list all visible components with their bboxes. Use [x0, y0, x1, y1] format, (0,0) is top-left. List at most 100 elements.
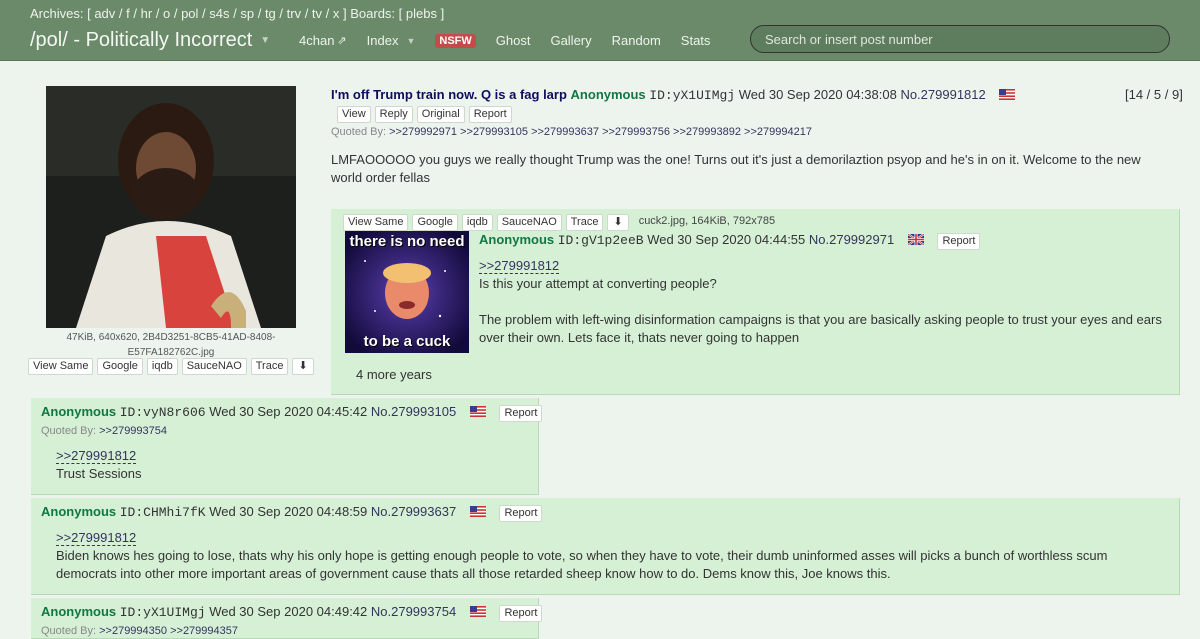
archive-link-hr[interactable]: hr [141, 6, 153, 21]
original-button[interactable]: Original [416, 106, 465, 123]
view-same-button[interactable]: View Same [343, 214, 409, 231]
us-flag-icon [999, 89, 1016, 100]
reply-post-date: Wed 30 Sep 2020 04:45:42 [209, 404, 368, 419]
reply-poster-id[interactable]: ID:CHMhi7fK [120, 505, 206, 520]
reply-poster-id[interactable]: ID:gV1p2eeB [558, 233, 644, 248]
reply-post-date: Wed 30 Sep 2020 04:48:59 [209, 504, 368, 519]
caret-down-icon: ▼ [406, 35, 416, 46]
nav-link-stats[interactable]: Stats [681, 33, 711, 48]
backlink[interactable]: >>279994350 [99, 625, 167, 637]
reply-post-number[interactable]: No.279993754 [371, 604, 456, 619]
op-subject: I'm off Trump train now. Q is a fag larp [331, 87, 567, 102]
reply-file-info[interactable]: cuck2.jpg, 164KiB, 792x785 [639, 214, 775, 231]
caret-down-icon: ▼ [260, 35, 271, 47]
reply-poster-id[interactable]: ID:vyN8r606 [120, 405, 206, 420]
reply-button[interactable]: Reply [374, 106, 413, 123]
reply-post-number[interactable]: No.279993637 [371, 504, 456, 519]
view-same-button[interactable]: View Same [28, 358, 94, 375]
reply-body-line: 4 more years [356, 367, 432, 382]
nsfw-badge: NSFW [435, 33, 476, 48]
archive-link-s4s[interactable]: s4s [209, 6, 229, 21]
report-button[interactable]: Report [468, 106, 512, 123]
archive-link-sp[interactable]: sp [240, 6, 254, 21]
us-flag-icon [469, 506, 486, 517]
google-search-button[interactable]: Google [412, 214, 458, 231]
archive-link-o[interactable]: o [163, 6, 170, 21]
reply-header: Anonymous ID:gV1p2eeB Wed 30 Sep 2020 04… [479, 232, 981, 250]
reply-post-body: >>279991812 Is this your attempt at conv… [479, 257, 1169, 347]
reply-poster-id[interactable]: ID:yX1UIMgj [120, 605, 206, 620]
boards-close-bracket: ] [440, 6, 445, 21]
backlink[interactable]: >>279992971 [389, 126, 457, 138]
reply-post: Anonymous ID:CHMhi7fK Wed 30 Sep 2020 04… [31, 498, 1180, 595]
backlink[interactable]: >>279993756 [602, 126, 670, 138]
report-button[interactable]: Report [499, 605, 543, 622]
archive-link-tv[interactable]: tv [312, 6, 322, 21]
backlink[interactable]: >>279993637 [531, 126, 599, 138]
backlink[interactable]: >>279994217 [744, 126, 812, 138]
reply-image-actions: View Same Google iqdb SauceNAO Trace ⬇ c… [343, 214, 775, 231]
archive-link-x[interactable]: x [333, 6, 340, 21]
reply-post-number[interactable]: No.279992971 [809, 232, 894, 247]
nav-link-4chan-label: 4chan [299, 33, 335, 48]
reply-post-number[interactable]: No.279993105 [371, 404, 456, 419]
nav-links: 4chan ⇗ Index ▼ NSFW Ghost Gallery Random … [299, 33, 730, 48]
top-navbar: Archives: [ adv / f / hr / o / pol / s4s… [0, 0, 1200, 61]
op-post-date: Wed 30 Sep 2020 04:38:08 [738, 87, 897, 102]
reply-thumbnail-image[interactable]: there is no need to be a cuck [345, 231, 469, 353]
nav-link-random[interactable]: Random [612, 33, 661, 48]
reply-post-body: >>279991812 Biden knows hes going to los… [56, 529, 1146, 583]
reply-image-caption-bottom: to be a cuck [363, 333, 451, 350]
trace-button[interactable]: Trace [250, 358, 289, 375]
reply-body-line: Trust Sessions [56, 466, 142, 481]
op-post-body: LMFAOOOOO you guys we really thought Tru… [331, 152, 1141, 185]
reply-body-line: The problem with left-wing disinformatio… [479, 312, 1162, 345]
quote-link[interactable]: >>279991812 [56, 448, 137, 464]
search-input[interactable] [750, 25, 1170, 53]
download-icon[interactable]: ⬇ [292, 358, 314, 375]
reply-post-body: >>279991812 Trust Sessions [56, 447, 142, 483]
iqdb-button[interactable]: iqdb [146, 358, 178, 375]
archive-link-adv[interactable]: adv [94, 6, 115, 21]
report-button[interactable]: Report [499, 505, 543, 522]
op-poster-id[interactable]: ID:yX1UIMgj [649, 88, 735, 103]
reply-poster-name: Anonymous [41, 604, 117, 619]
archive-link-pol[interactable]: pol [181, 6, 198, 21]
report-button[interactable]: Report [499, 405, 543, 422]
archives-bar: Archives: [ adv / f / hr / o / pol / s4s… [30, 6, 445, 21]
trace-button[interactable]: Trace [565, 214, 604, 231]
reply-quoted-by: Quoted By: >>279993754 [41, 425, 167, 437]
op-reply-counts: [14 / 5 / 9] [1125, 87, 1183, 102]
reply-quoted-by: Quoted By: >>279994350 >>279994357 [41, 625, 238, 637]
board-title: /pol/ - Politically Incorrect [30, 29, 253, 51]
op-file-info-line1: 47KiB, 640x620, 2B4D3251-8CB5-41AD-8408- [66, 332, 276, 343]
backlink[interactable]: >>279993754 [99, 425, 167, 437]
archive-link-trv[interactable]: trv [287, 6, 301, 21]
nav-link-index[interactable]: Index ▼ [367, 33, 416, 48]
saucenao-button[interactable]: SauceNAO [496, 214, 562, 231]
nav-link-ghost[interactable]: Ghost [496, 33, 531, 48]
external-link-icon: ⇗ [337, 35, 347, 47]
iqdb-button[interactable]: iqdb [461, 214, 493, 231]
quote-link[interactable]: >>279991812 [479, 258, 560, 274]
op-post-number[interactable]: No.279991812 [900, 87, 985, 102]
backlink[interactable]: >>279993892 [673, 126, 741, 138]
backlink[interactable]: >>279994357 [170, 625, 238, 637]
op-post-header: I'm off Trump train now. Q is a fag larp… [331, 87, 1016, 103]
download-icon[interactable]: ⬇ [607, 214, 629, 231]
board-title-dropdown[interactable]: /pol/ - Politically Incorrect ▼ [30, 29, 270, 52]
op-poster-name: Anonymous [570, 87, 646, 102]
backlink[interactable]: >>279993105 [460, 126, 528, 138]
op-thumbnail-image[interactable] [46, 86, 296, 328]
view-button[interactable]: View [337, 106, 371, 123]
nav-link-4chan[interactable]: 4chan ⇗ [299, 33, 347, 48]
archive-link-f[interactable]: f [126, 6, 130, 21]
archive-link-tg[interactable]: tg [265, 6, 276, 21]
saucenao-button[interactable]: SauceNAO [181, 358, 247, 375]
board-link-plebs[interactable]: plebs [406, 6, 437, 21]
report-button[interactable]: Report [937, 233, 981, 250]
quote-link[interactable]: >>279991812 [56, 530, 137, 546]
nav-link-gallery[interactable]: Gallery [550, 33, 591, 48]
reply-header: Anonymous ID:CHMhi7fK Wed 30 Sep 2020 04… [41, 504, 543, 522]
google-search-button[interactable]: Google [97, 358, 143, 375]
